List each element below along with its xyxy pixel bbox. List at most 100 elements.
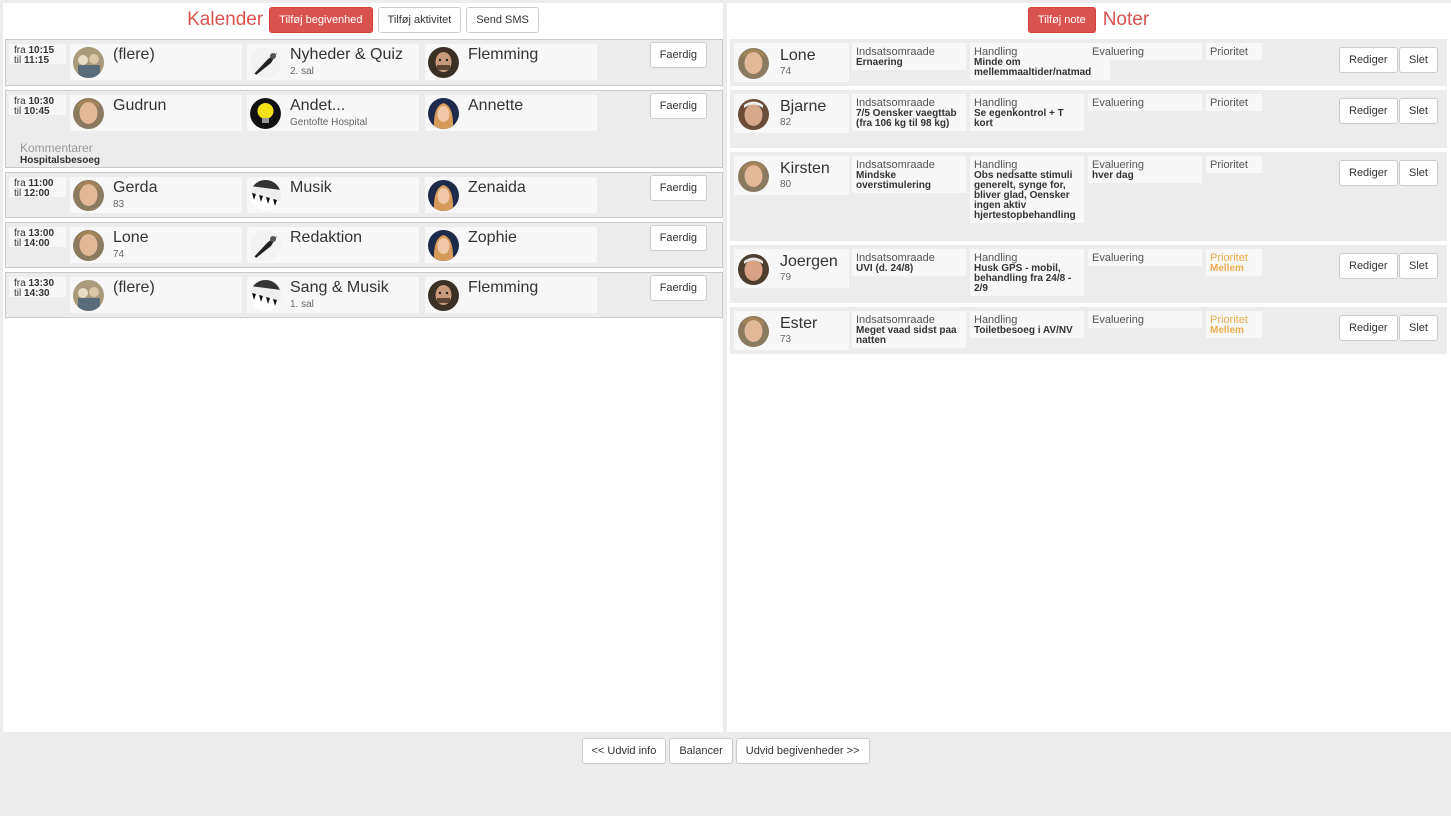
note-evaluation: Evaluering (1088, 311, 1202, 328)
person-avatar (73, 230, 104, 261)
staff-name: Zophie (468, 229, 517, 246)
staff-avatar (428, 47, 459, 78)
person-avatar (738, 254, 769, 285)
note-row: Kirsten 80 Indsatsomraade Mindske overst… (730, 152, 1447, 241)
send-sms-button[interactable]: Send SMS (466, 7, 539, 33)
event-comment: Kommentarer Hospitalsbesoeg (20, 141, 100, 166)
note-list: Lone 74 Indsatsomraade Ernaering Handlin… (730, 39, 1447, 358)
delete-button[interactable]: Slet (1399, 315, 1438, 341)
event-activity[interactable]: Andet... Gentofte Hospital (247, 95, 419, 131)
calendar-header: Kalender Tilføj begivenhed Tilføj aktivi… (3, 3, 723, 37)
add-event-button[interactable]: Tilføj begivenhed (269, 7, 373, 33)
person-avatar (738, 161, 769, 192)
staff-avatar (428, 98, 459, 129)
event-person[interactable]: (flere) (70, 44, 242, 80)
expand-events-button[interactable]: Udvid begivenheder >> (735, 738, 870, 764)
event-activity[interactable]: Sang & Musik 1. sal (247, 277, 419, 313)
note-person[interactable]: Kirsten 80 (734, 156, 849, 195)
event-row: fra 13:00 til 14:00 Lone 74 Redaktion Zo… (5, 222, 723, 268)
event-time: fra 10:30 til 10:45 (9, 95, 66, 117)
person-name: Kirsten (780, 160, 830, 177)
note-evaluation: Evaluering hver dag (1088, 156, 1202, 183)
note-priority: Prioritet (1206, 156, 1262, 173)
edit-button[interactable]: Rediger (1339, 160, 1398, 186)
note-priority: Prioritet Mellem (1206, 311, 1262, 338)
person-avatar (73, 98, 104, 129)
edit-button[interactable]: Rediger (1339, 253, 1398, 279)
done-button[interactable]: Faerdig (649, 93, 707, 119)
event-activity[interactable]: Redaktion (247, 227, 419, 263)
note-row: Bjarne 82 Indsatsomraade 7/5 Oensker vae… (730, 90, 1447, 148)
person-name: Ester (780, 315, 818, 332)
event-staff[interactable]: Zophie (425, 227, 597, 263)
person-avatar (738, 99, 769, 130)
note-person[interactable]: Joergen 79 (734, 249, 849, 288)
staff-name: Flemming (468, 46, 539, 63)
note-action: Handling Obs nedsatte stimuli generelt, … (970, 156, 1084, 223)
event-person[interactable]: Gerda 83 (70, 177, 242, 213)
delete-button[interactable]: Slet (1399, 160, 1438, 186)
person-avatar (738, 48, 769, 79)
piano-icon (250, 280, 281, 311)
note-priority: Prioritet Mellem (1206, 249, 1262, 276)
event-person[interactable]: Gudrun (70, 95, 242, 131)
person-age: 83 (113, 199, 125, 210)
person-name: Gudrun (113, 97, 167, 114)
note-person[interactable]: Lone 74 (734, 43, 849, 82)
priority-badge: Mellem (1210, 263, 1244, 274)
activity-location: 2. sal (290, 66, 314, 77)
event-staff[interactable]: Flemming (425, 44, 597, 80)
delete-button[interactable]: Slet (1399, 253, 1438, 279)
staff-name: Flemming (468, 279, 539, 296)
staff-avatar (428, 230, 459, 261)
event-activity[interactable]: Nyheder & Quiz 2. sal (247, 44, 419, 80)
note-evaluation: Evaluering (1088, 43, 1202, 60)
done-button[interactable]: Faerdig (649, 225, 707, 251)
note-action: Handling Se egenkontrol + T kort (970, 94, 1084, 131)
delete-button[interactable]: Slet (1399, 98, 1438, 124)
event-row: fra 10:30 til 10:45 Gudrun Andet... Gent… (5, 90, 723, 168)
balance-button[interactable]: Balancer (669, 738, 733, 764)
person-age: 79 (780, 272, 792, 283)
event-person[interactable]: (flere) (70, 277, 242, 313)
staff-name: Annette (468, 97, 524, 114)
event-row: fra 11:00 til 12:00 Gerda 83 Musik Zenai… (5, 172, 723, 218)
activity-name: Sang & Musik (290, 279, 389, 296)
event-staff[interactable]: Annette (425, 95, 597, 131)
event-person[interactable]: Lone 74 (70, 227, 242, 263)
note-person[interactable]: Ester 73 (734, 311, 849, 350)
person-name: Gerda (113, 179, 158, 196)
person-avatar (73, 180, 104, 211)
note-priority: Prioritet (1206, 94, 1262, 111)
note-action: Handling Toiletbesoeg i AV/NV (970, 311, 1084, 338)
edit-button[interactable]: Rediger (1339, 315, 1398, 341)
done-button[interactable]: Faerdig (649, 175, 707, 201)
event-activity[interactable]: Musik (247, 177, 419, 213)
comment-text: Hospitalsbesoeg (20, 155, 101, 166)
expand-info-button[interactable]: << Udvid info (581, 738, 667, 764)
note-area: Indsatsomraade UVI (d. 24/8) (852, 249, 966, 276)
done-button[interactable]: Faerdig (649, 275, 707, 301)
notes-panel: Tilføj note Noter Lone 74 Indsatsomraade… (727, 3, 1451, 732)
note-person[interactable]: Bjarne 82 (734, 94, 849, 133)
add-activity-button[interactable]: Tilføj aktivitet (377, 7, 462, 33)
note-area: Indsatsomraade Meget vaad sidst paa natt… (852, 311, 966, 348)
edit-button[interactable]: Rediger (1339, 98, 1398, 124)
delete-button[interactable]: Slet (1399, 47, 1438, 73)
person-age: 73 (780, 334, 792, 345)
person-name: (flere) (113, 46, 155, 63)
person-name: Bjarne (780, 98, 827, 115)
person-name: Lone (113, 229, 149, 246)
event-time: fra 11:00 til 12:00 (9, 177, 66, 199)
add-note-button[interactable]: Tilføj note (1027, 7, 1096, 33)
activity-name: Redaktion (290, 229, 363, 246)
done-button[interactable]: Faerdig (649, 42, 707, 68)
event-staff[interactable]: Zenaida (425, 177, 597, 213)
edit-button[interactable]: Rediger (1339, 47, 1398, 73)
notes-header: Tilføj note Noter (727, 3, 1451, 37)
note-row: Lone 74 Indsatsomraade Ernaering Handlin… (730, 39, 1447, 86)
event-staff[interactable]: Flemming (425, 277, 597, 313)
activity-editorial-icon (250, 230, 281, 261)
comment-label: Kommentarer (20, 141, 93, 155)
event-time: fra 13:30 til 14:30 (9, 277, 66, 299)
